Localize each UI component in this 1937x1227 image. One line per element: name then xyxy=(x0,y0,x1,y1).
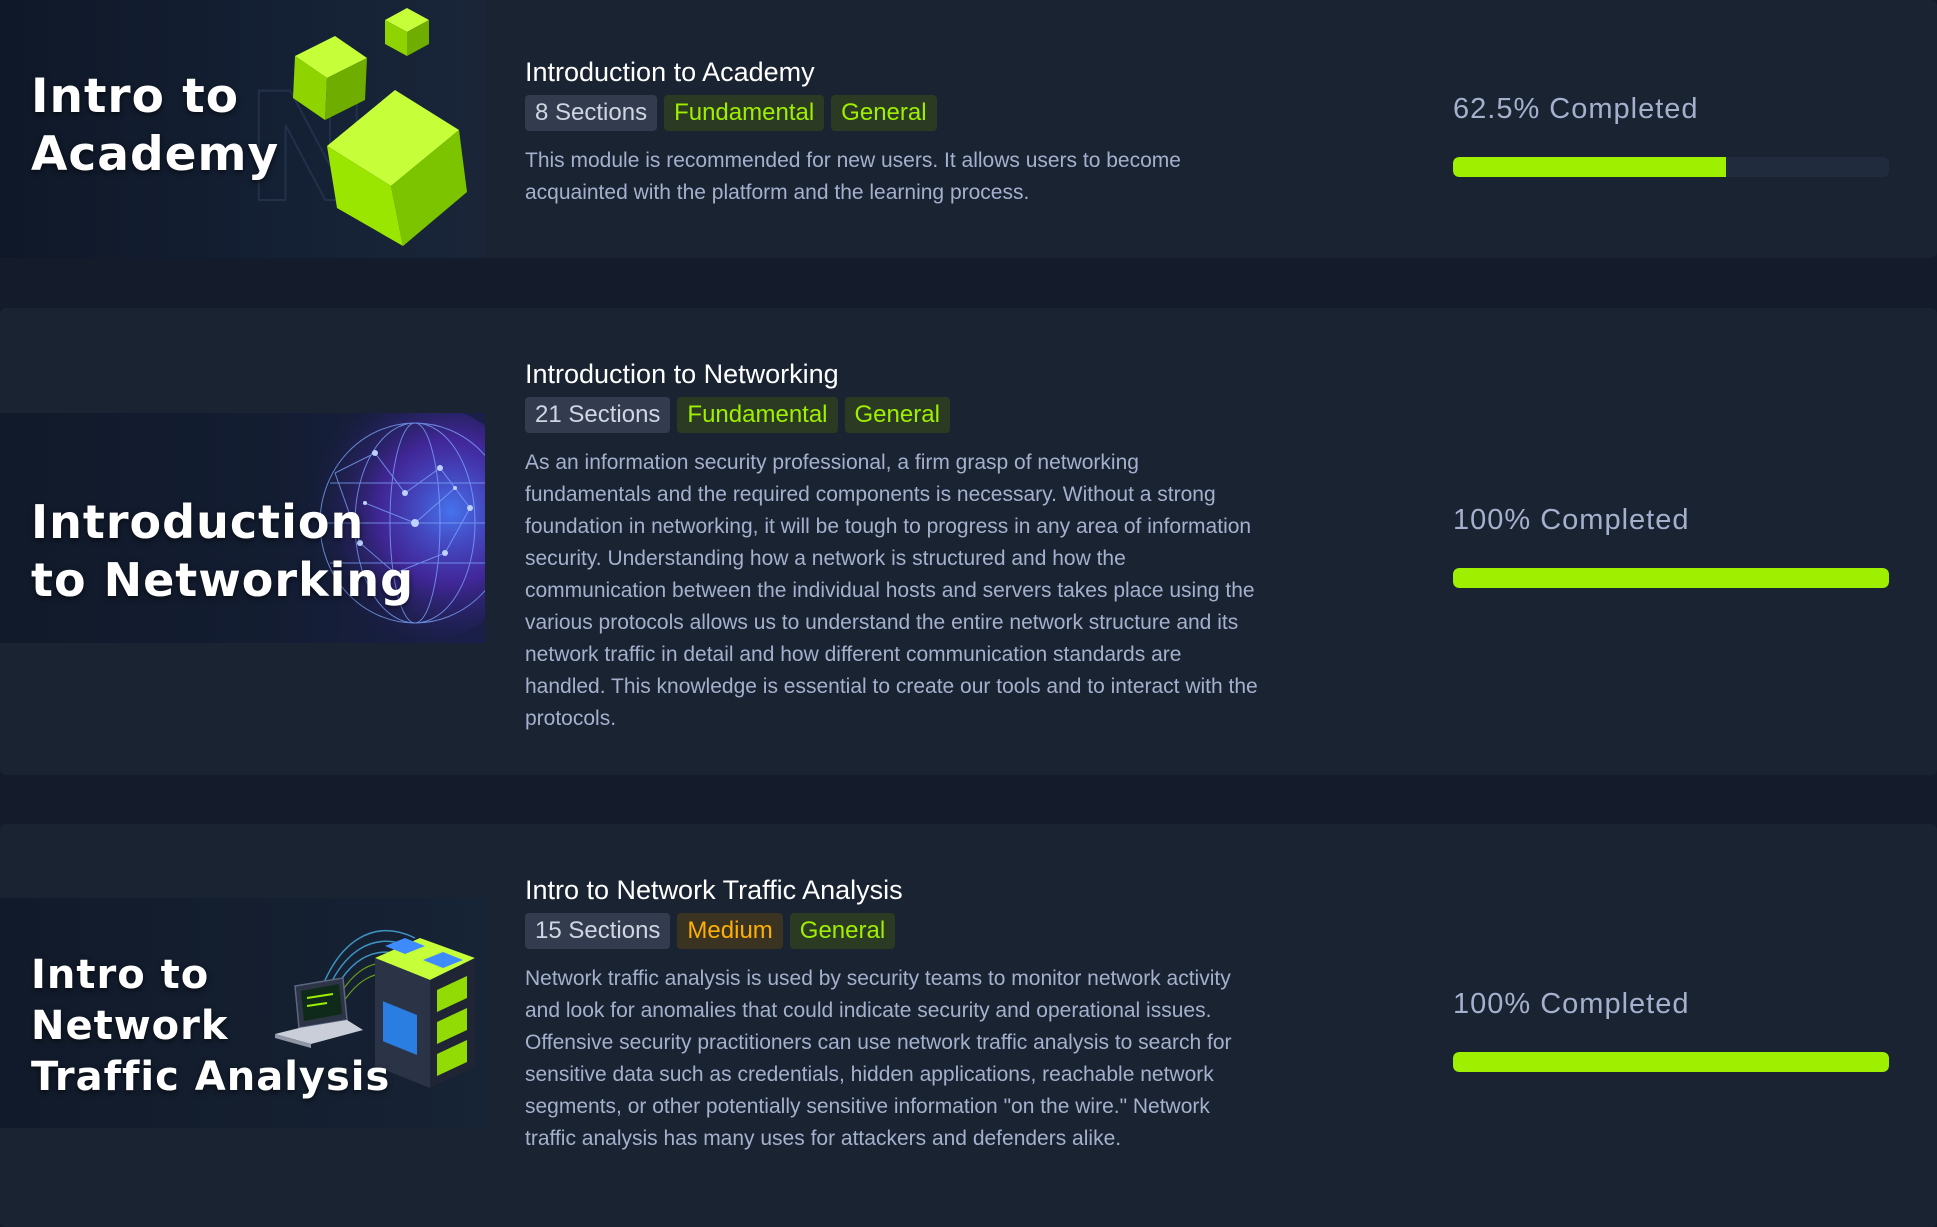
progress-bar xyxy=(1453,568,1889,588)
module-thumbnail[interactable]: Intro to Network Traffic Analysis xyxy=(0,898,485,1128)
progress-bar xyxy=(1453,1052,1889,1072)
module-description: As an information security professional,… xyxy=(525,451,1258,730)
thumbnail-title: Intro to Academy xyxy=(31,69,280,182)
difficulty-badge: Fundamental xyxy=(677,397,838,433)
module-card-intro-to-academy[interactable]: N Intro to Academy Introduction to Acade… xyxy=(0,0,1937,258)
module-description: Network traffic analysis is used by secu… xyxy=(525,967,1232,1150)
module-description: This module is recommended for new users… xyxy=(525,149,1181,204)
sections-badge: 15 Sections xyxy=(525,913,671,949)
tag-row: 15 Sections Medium General xyxy=(525,913,1265,949)
progress-bar-fill xyxy=(1453,568,1889,588)
progress-block: 100% Completed xyxy=(1453,499,1889,588)
module-title[interactable]: Introduction to Networking xyxy=(525,354,1265,394)
difficulty-badge: Medium xyxy=(677,913,783,949)
progress-bar-fill xyxy=(1453,157,1726,177)
difficulty-badge: Fundamental xyxy=(664,95,825,131)
module-info: Introduction to Networking 21 Sections F… xyxy=(525,354,1265,735)
module-thumbnail[interactable]: Introduction to Networking xyxy=(0,413,485,643)
category-badge: General xyxy=(789,913,896,949)
tag-row: 21 Sections Fundamental General xyxy=(525,397,1265,433)
progress-block: 62.5% Completed xyxy=(1453,88,1889,177)
thumbnail-title: Introduction to Networking xyxy=(31,495,415,607)
module-title[interactable]: Intro to Network Traffic Analysis xyxy=(525,870,1265,910)
module-thumbnail[interactable]: N Intro to Academy xyxy=(0,0,485,258)
category-badge: General xyxy=(831,95,937,131)
progress-label: 100% Completed xyxy=(1453,504,1690,536)
progress-bar xyxy=(1453,157,1889,177)
module-title[interactable]: Introduction to Academy xyxy=(525,52,1265,92)
progress-label: 100% Completed xyxy=(1453,988,1690,1020)
progress-block: 100% Completed xyxy=(1453,983,1889,1072)
tag-row: 8 Sections Fundamental General xyxy=(525,95,1265,131)
progress-bar-fill xyxy=(1453,1052,1889,1072)
module-card-intro-to-network-traffic-analysis[interactable]: Intro to Network Traffic Analysis Intro … xyxy=(0,824,1937,1227)
green-cubes-icon: N xyxy=(255,8,467,246)
module-info: Intro to Network Traffic Analysis 15 Sec… xyxy=(525,870,1265,1155)
thumbnail-title: Intro to Network Traffic Analysis xyxy=(31,952,391,1100)
progress-label: 62.5% Completed xyxy=(1453,93,1699,125)
category-badge: General xyxy=(844,397,950,433)
sections-badge: 8 Sections xyxy=(525,95,658,131)
module-info: Introduction to Academy 8 Sections Funda… xyxy=(525,52,1265,209)
sections-badge: 21 Sections xyxy=(525,397,671,433)
module-card-introduction-to-networking[interactable]: Introduction to Networking Introduction … xyxy=(0,308,1937,775)
